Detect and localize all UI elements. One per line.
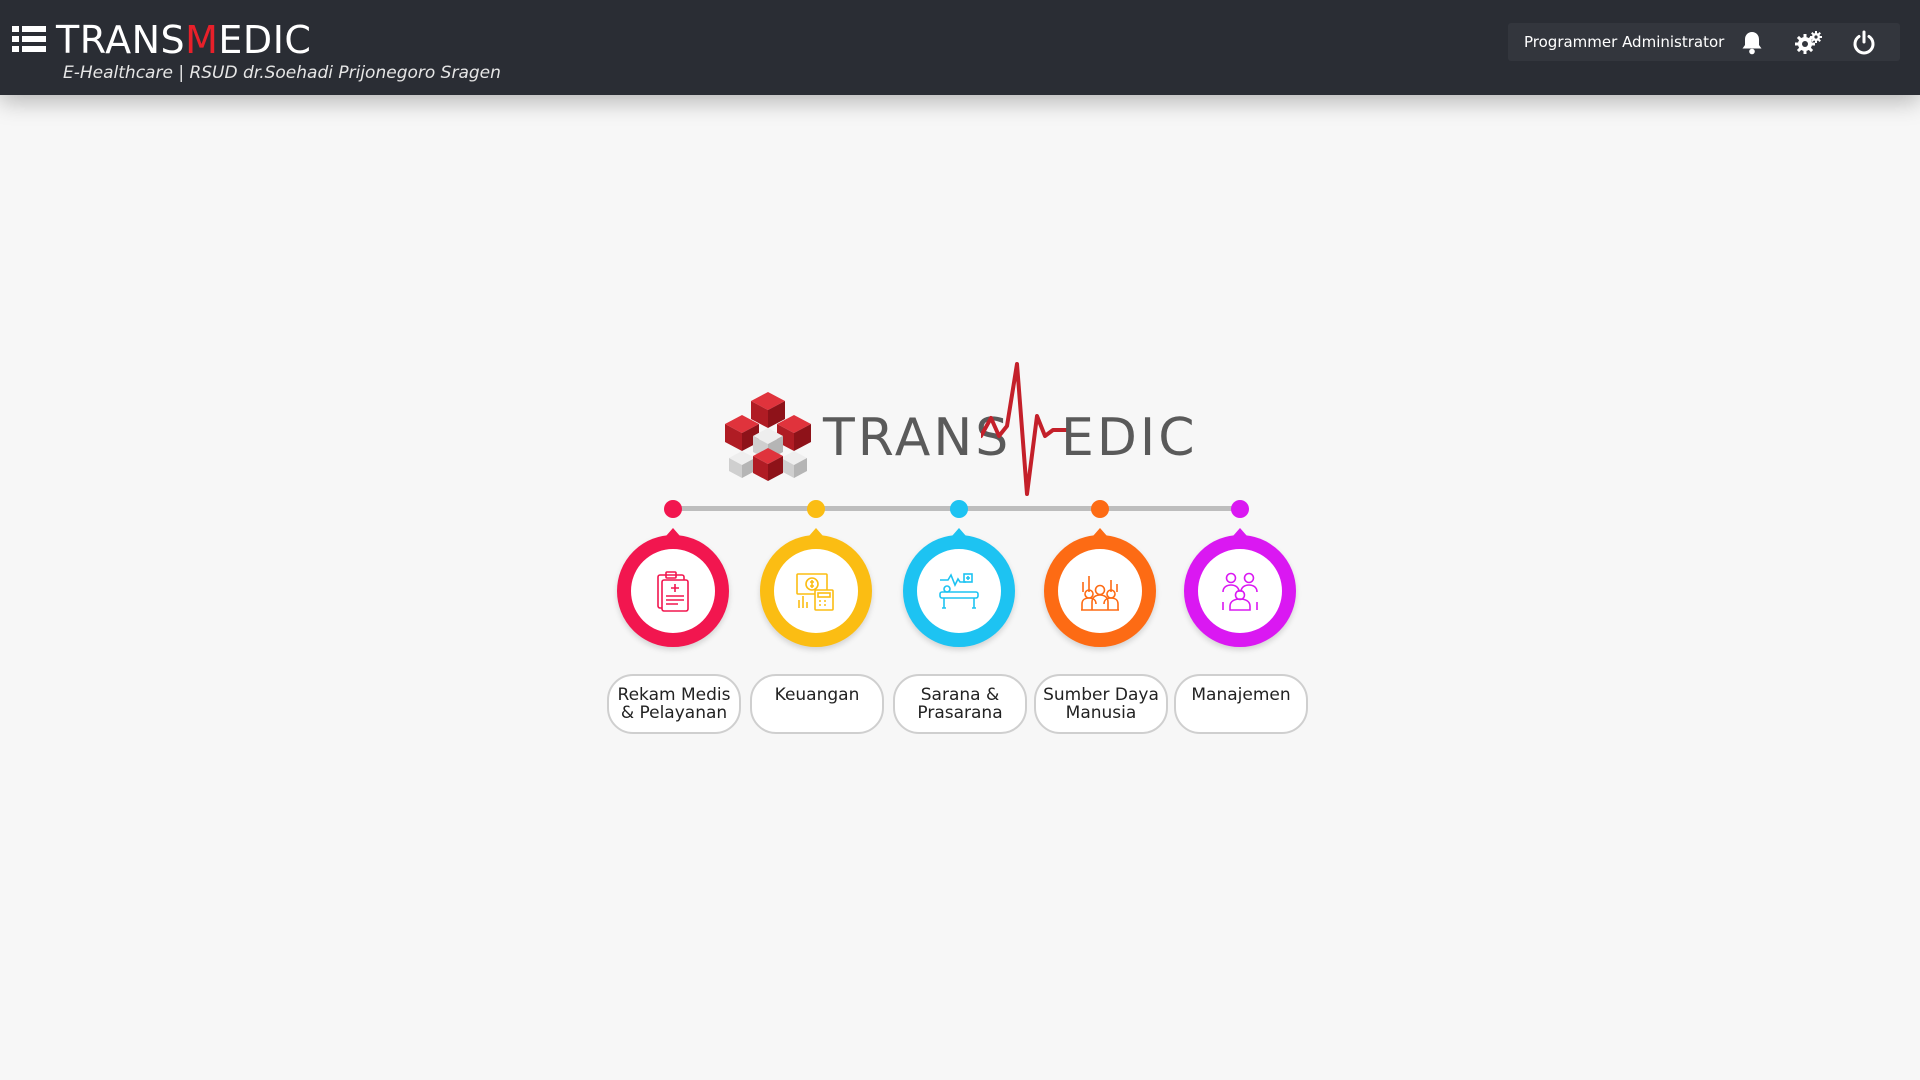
sarana-prasarana-button[interactable] xyxy=(903,528,1015,647)
medical-record-icon xyxy=(657,571,689,612)
rekam-medis-button[interactable] xyxy=(617,528,729,647)
timeline-dot xyxy=(807,500,825,518)
brand-subtitle: E-Healthcare | RSUD dr.Soehadi Prijonego… xyxy=(63,63,501,83)
sumber-daya-manusia-label[interactable]: Sumber Daya Manusia xyxy=(1034,674,1168,734)
sumber-daya-manusia-button[interactable] xyxy=(1044,528,1156,647)
keuangan-label[interactable]: Keuangan xyxy=(750,674,884,734)
user-name[interactable]: Programmer Administrator xyxy=(1524,33,1724,51)
brand-title: TRANSMEDIC xyxy=(56,18,311,62)
bell-icon[interactable] xyxy=(1738,29,1766,57)
gears-icon[interactable] xyxy=(1795,29,1823,57)
list-menu-icon[interactable] xyxy=(12,26,46,52)
user-panel: Programmer Administrator xyxy=(1508,23,1900,61)
timeline-dot xyxy=(1231,500,1249,518)
module-rekam-medis[interactable]: Rekam Medis & Pelayanan xyxy=(603,500,743,740)
timeline-dot xyxy=(1091,500,1109,518)
module-manajemen[interactable]: Manajemen xyxy=(1170,500,1310,740)
timeline-dot xyxy=(664,500,682,518)
brand-suffix: EDIC xyxy=(218,18,312,62)
hospital-bed-icon xyxy=(939,573,979,609)
brand-accent: M xyxy=(185,18,219,62)
heartbeat-m-icon xyxy=(981,362,1067,496)
staff-group-icon xyxy=(1081,576,1119,611)
sarana-prasarana-label[interactable]: Sarana & Prasarana xyxy=(893,674,1027,734)
power-icon[interactable] xyxy=(1850,29,1878,57)
top-bar: TRANSMEDIC E-Healthcare | RSUD dr.Soehad… xyxy=(0,0,1920,95)
rekam-medis-label[interactable]: Rekam Medis & Pelayanan xyxy=(607,674,741,734)
module-keuangan[interactable]: Keuangan xyxy=(746,500,886,740)
module-sarana-prasarana[interactable]: Sarana & Prasarana xyxy=(889,500,1029,740)
logo-text-edic: EDIC xyxy=(1061,408,1198,468)
cube-logo-icon xyxy=(725,392,811,481)
transmedic-logo: TRANS EDIC xyxy=(725,360,1195,500)
timeline-dot xyxy=(950,500,968,518)
keuangan-button[interactable] xyxy=(760,528,872,647)
management-team-icon xyxy=(1222,572,1258,611)
manajemen-button[interactable] xyxy=(1184,528,1296,647)
finance-calculator-icon xyxy=(796,573,834,611)
brand-prefix: TRANS xyxy=(56,18,186,62)
manajemen-label[interactable]: Manajemen xyxy=(1174,674,1308,734)
module-sumber-daya-manusia[interactable]: Sumber Daya Manusia xyxy=(1030,500,1170,740)
